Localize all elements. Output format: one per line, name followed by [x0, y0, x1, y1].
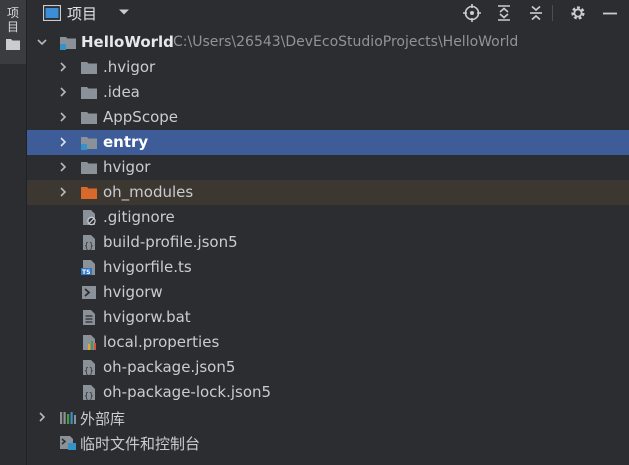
- tree-item-label: .hvigor: [103, 58, 156, 76]
- svg-text:{}: {}: [84, 391, 94, 400]
- tree-file-oh-package-lock[interactable]: {} oh-package-lock.json5: [27, 380, 629, 405]
- root-path: C:\Users\26543\DevEcoStudioProjects\Hell…: [173, 34, 519, 50]
- tree-item-label: .gitignore: [103, 208, 175, 226]
- library-icon: [60, 412, 76, 424]
- tree-folder-idea[interactable]: .idea: [27, 80, 629, 105]
- folder-icon: [81, 112, 97, 124]
- tree-item-label: .idea: [103, 83, 140, 101]
- project-view-icon: [43, 5, 61, 21]
- project-tool-tab-label: 项目: [6, 6, 19, 34]
- expand-all-icon[interactable]: [495, 4, 513, 22]
- tree-external-libraries[interactable]: 外部库: [27, 405, 629, 430]
- tree-item-label: hvigor: [103, 158, 151, 176]
- tree-item-label: oh-package.json5: [103, 358, 236, 376]
- properties-file-icon: [83, 335, 96, 350]
- tree-item-label: oh_modules: [103, 183, 194, 201]
- gear-icon[interactable]: [569, 4, 587, 22]
- tree-item-label: local.properties: [103, 333, 220, 351]
- folder-icon: [81, 162, 97, 174]
- folder-icon: [81, 87, 97, 99]
- tree-item-label: entry: [103, 133, 149, 151]
- tree-folder-hvigor[interactable]: hvigor: [27, 155, 629, 180]
- tree-root-helloworld[interactable]: HelloWorld C:\Users\26543\DevEcoStudioPr…: [27, 30, 629, 55]
- chevron-right-icon[interactable]: [58, 62, 68, 72]
- text-file-icon: [83, 310, 95, 325]
- chevron-right-icon[interactable]: [58, 112, 68, 122]
- tree-file-hvigorw[interactable]: hvigorw: [27, 280, 629, 305]
- chevron-down-icon[interactable]: [37, 37, 47, 47]
- tree-item-label: hvigorw.bat: [103, 308, 191, 326]
- json5-file-icon: {}: [83, 360, 95, 375]
- tree-scratches-consoles[interactable]: 临时文件和控制台: [27, 430, 629, 455]
- tree-file-hvigorfile-ts[interactable]: TS hvigorfile.ts: [27, 255, 629, 280]
- json5-file-icon: {}: [83, 235, 95, 250]
- root-name: HelloWorld: [81, 33, 174, 51]
- tree-file-gitignore[interactable]: .gitignore: [27, 205, 629, 230]
- tree-folder-hvigor-hidden[interactable]: .hvigor: [27, 55, 629, 80]
- project-view-title[interactable]: 项目: [67, 3, 97, 24]
- tree-file-local-properties[interactable]: local.properties: [27, 330, 629, 355]
- gitignore-file-icon: [83, 210, 96, 226]
- scratches-icon: [60, 436, 76, 450]
- module-folder-icon: [60, 37, 76, 50]
- chevron-right-icon[interactable]: [58, 87, 68, 97]
- toolbar-separator: [552, 5, 553, 21]
- project-tool-tab[interactable]: 项目: [0, 0, 26, 64]
- json5-file-icon: {}: [83, 385, 95, 400]
- folder-icon: [6, 39, 20, 50]
- svg-text:{}: {}: [84, 366, 94, 375]
- excluded-folder-icon: [81, 187, 97, 199]
- svg-text:{}: {}: [84, 241, 94, 250]
- tree-item-label: oh-package-lock.json5: [103, 383, 272, 401]
- chevron-right-icon[interactable]: [58, 137, 68, 147]
- chevron-right-icon[interactable]: [58, 162, 68, 172]
- tree-item-label: build-profile.json5: [103, 233, 238, 251]
- tree-item-label: 外部库: [80, 410, 126, 428]
- tree-file-build-profile[interactable]: {} build-profile.json5: [27, 230, 629, 255]
- chevron-down-icon[interactable]: [118, 6, 130, 18]
- tool-window-strip: 项目: [0, 0, 27, 465]
- tree-folder-appscope[interactable]: AppScope: [27, 105, 629, 130]
- tree-file-hvigorw-bat[interactable]: hvigorw.bat: [27, 305, 629, 330]
- crosshair-icon[interactable]: [463, 4, 481, 22]
- tree-item-label: 临时文件和控制台: [80, 435, 201, 453]
- folder-icon: [81, 62, 97, 74]
- chevron-right-icon[interactable]: [58, 187, 68, 197]
- tree-folder-oh-modules[interactable]: oh_modules: [27, 180, 629, 205]
- minimize-icon[interactable]: [601, 4, 619, 22]
- svg-text:TS: TS: [82, 269, 90, 276]
- tree-file-oh-package[interactable]: {} oh-package.json5: [27, 355, 629, 380]
- chevron-right-icon[interactable]: [37, 412, 47, 422]
- tree-item-label: hvigorw: [103, 283, 163, 301]
- module-folder-icon: [81, 137, 97, 150]
- typescript-file-icon: TS: [81, 260, 95, 276]
- collapse-all-icon[interactable]: [527, 4, 545, 22]
- tree-item-label: AppScope: [103, 108, 178, 126]
- tree-item-label: hvigorfile.ts: [103, 258, 192, 276]
- tree-folder-entry[interactable]: entry: [27, 130, 629, 155]
- shell-script-icon: [82, 286, 96, 299]
- project-panel-header: 项目: [27, 0, 629, 26]
